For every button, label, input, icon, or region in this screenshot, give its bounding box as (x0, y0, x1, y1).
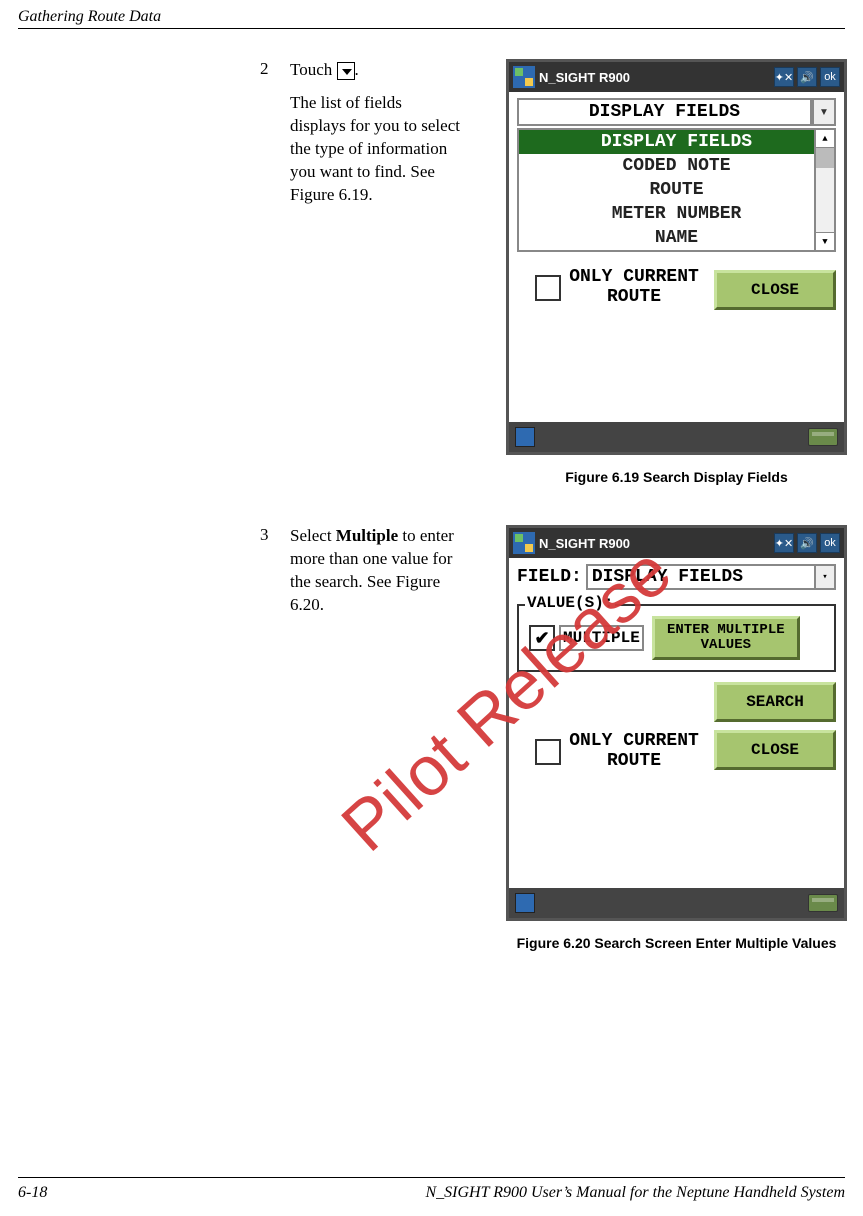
multiple-checkbox[interactable]: ✔ (529, 625, 555, 651)
right-buttons: SEARCH CLOSE (714, 682, 836, 770)
page-number: 6-18 (18, 1184, 47, 1202)
header-rule (18, 28, 845, 29)
start-icon[interactable] (515, 427, 535, 447)
connectivity-icon[interactable]: ✦✕ (774, 67, 794, 87)
app-title: N_SIGHT R900 (539, 70, 630, 85)
touch-prefix: Touch (290, 60, 337, 79)
field-dropdown[interactable]: DISPLAY FIELDS ▾ (586, 564, 836, 590)
titlebar-left: N_SIGHT R900 (513, 66, 630, 88)
multiple-label: MULTIPLE (559, 625, 644, 651)
check-icon: ✔ (534, 629, 549, 647)
page-content: 2 Touch . The list of fields displays fo… (0, 59, 863, 951)
only-current-route-checkbox-2[interactable] (535, 739, 561, 765)
listbox-items: DISPLAY FIELDS CODED NOTE ROUTE METER NU… (519, 130, 834, 250)
scroll-track[interactable] (816, 168, 834, 232)
listbox-scrollbar[interactable]: ▲ ▼ (814, 130, 834, 250)
select-prefix: Select (290, 526, 336, 545)
only-current-route-row-2: ONLY CURRENT ROUTE (517, 732, 699, 772)
taskbar-2 (509, 888, 844, 918)
volume-icon[interactable]: 🔊 (797, 533, 817, 553)
keyboard-icon[interactable] (808, 894, 838, 912)
scroll-thumb[interactable] (816, 148, 834, 168)
step-3-number: 3 (260, 525, 286, 545)
titlebar: N_SIGHT R900 ✦✕ 🔊 ok (509, 62, 844, 92)
step-3-block: 3 Select Multiple to enter more than one… (0, 525, 863, 951)
values-legend: VALUE(S): (525, 594, 615, 612)
list-item-display-fields[interactable]: DISPLAY FIELDS (519, 130, 834, 154)
list-item-route[interactable]: ROUTE (519, 178, 834, 202)
list-item-coded-note[interactable]: CODED NOTE (519, 154, 834, 178)
list-item-name[interactable]: NAME (519, 226, 834, 250)
scroll-up-icon[interactable]: ▲ (816, 130, 834, 148)
scroll-down-icon[interactable]: ▼ (816, 232, 834, 250)
keyboard-icon[interactable] (808, 428, 838, 446)
figure-6-20-wrap: N_SIGHT R900 ✦✕ 🔊 ok FIELD: DISPLAY FIEL… (506, 525, 847, 951)
header-title: Gathering Route Data (18, 8, 161, 25)
dropdown-selected: DISPLAY FIELDS (517, 98, 812, 126)
values-section: VALUE(S): ✔ MULTIPLE ENTER MULTIPLE VALU… (517, 604, 836, 672)
figure-6-19-wrap: N_SIGHT R900 ✦✕ 🔊 ok DISPLAY FIELDS ▼ (506, 59, 847, 485)
step-3-text: 3 Select Multiple to enter more than one… (0, 525, 460, 617)
multiple-wrap: ✔ MULTIPLE (529, 625, 644, 651)
field-value: DISPLAY FIELDS (592, 567, 743, 587)
connectivity-icon[interactable]: ✦✕ (774, 533, 794, 553)
search-button[interactable]: SEARCH (714, 682, 836, 722)
step-2-para: The list of fields displays for you to s… (290, 92, 460, 207)
dropdown-icon (337, 62, 355, 80)
step-2-body: Touch . The list of fields displays for … (290, 59, 460, 207)
only-current-route-label: ONLY CURRENT ROUTE (569, 268, 699, 308)
close-button-2[interactable]: CLOSE (714, 730, 836, 770)
screen-body-1: DISPLAY FIELDS ▼ DISPLAY FIELDS CODED NO… (509, 92, 844, 422)
titlebar-right: ✦✕ 🔊 ok (774, 67, 840, 87)
step-3-body: Select Multiple to enter more than one v… (290, 525, 460, 617)
windows-icon[interactable] (513, 66, 535, 88)
figure-6-20-caption: Figure 6.20 Search Screen Enter Multiple… (506, 935, 847, 951)
enter-multiple-values-button[interactable]: ENTER MULTIPLE VALUES (652, 616, 800, 660)
titlebar-2: N_SIGHT R900 ✦✕ 🔊 ok (509, 528, 844, 558)
only-current-route-label-2: ONLY CURRENT ROUTE (569, 732, 699, 772)
footer-row: 6-18 N_SIGHT R900 User’s Manual for the … (18, 1184, 845, 1202)
step-2-number: 2 (260, 59, 286, 79)
chevron-down-icon[interactable]: ▾ (814, 566, 834, 588)
figure-6-19: N_SIGHT R900 ✦✕ 🔊 ok DISPLAY FIELDS ▼ (506, 59, 847, 455)
volume-icon[interactable]: 🔊 (797, 67, 817, 87)
step-2-text: 2 Touch . The list of fields displays fo… (0, 59, 460, 207)
figure-6-19-caption: Figure 6.19 Search Display Fields (506, 469, 847, 485)
ok-button-2[interactable]: ok (820, 533, 840, 553)
chevron-down-icon[interactable]: ▼ (812, 98, 836, 126)
running-header: Gathering Route Data (0, 0, 863, 28)
ok-button[interactable]: ok (820, 67, 840, 87)
start-icon[interactable] (515, 893, 535, 913)
touch-suffix: . (355, 60, 359, 79)
step-2-block: 2 Touch . The list of fields displays fo… (0, 59, 863, 485)
app-title-2: N_SIGHT R900 (539, 536, 630, 551)
screen-body-2: FIELD: DISPLAY FIELDS ▾ VALUE(S): ✔ MULT… (509, 558, 844, 888)
page-footer: 6-18 N_SIGHT R900 User’s Manual for the … (0, 1177, 863, 1216)
footer-title: N_SIGHT R900 User’s Manual for the Neptu… (425, 1184, 845, 1202)
footer-rule (18, 1177, 845, 1178)
display-fields-dropdown[interactable]: DISPLAY FIELDS ▼ (517, 98, 836, 126)
only-current-route-checkbox[interactable] (535, 275, 561, 301)
field-row: FIELD: DISPLAY FIELDS ▾ (517, 564, 836, 590)
titlebar-right-2: ✦✕ 🔊 ok (774, 533, 840, 553)
field-label: FIELD: (517, 567, 582, 587)
taskbar (509, 422, 844, 452)
figure-6-20: N_SIGHT R900 ✦✕ 🔊 ok FIELD: DISPLAY FIEL… (506, 525, 847, 921)
list-item-meter-number[interactable]: METER NUMBER (519, 202, 834, 226)
select-bold: Multiple (336, 526, 398, 545)
fields-listbox[interactable]: DISPLAY FIELDS CODED NOTE ROUTE METER NU… (517, 128, 836, 252)
titlebar-left-2: N_SIGHT R900 (513, 532, 630, 554)
windows-icon[interactable] (513, 532, 535, 554)
close-button[interactable]: CLOSE (714, 270, 836, 310)
